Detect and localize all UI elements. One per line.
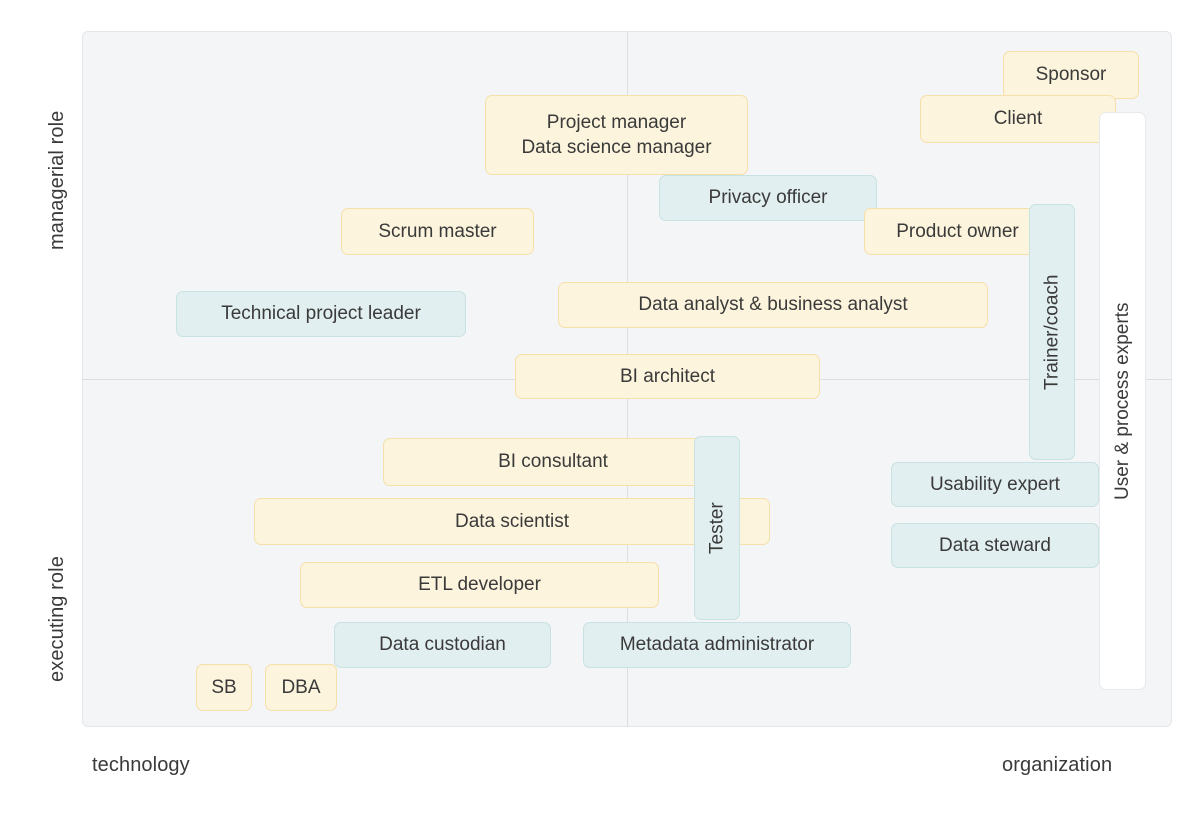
role-box-project-manager: Project manager Data science manager <box>485 95 748 175</box>
role-quadrant-chart: Sponsor Client Project manager Data scienc… <box>0 0 1200 815</box>
role-box-user-process: User & process experts <box>1099 112 1146 690</box>
role-box-technical-lead: Technical project leader <box>176 291 466 337</box>
role-box-scrum-master: Scrum master <box>341 208 534 255</box>
role-box-data-scientist: Data scientist <box>254 498 770 545</box>
role-box-dba: DBA <box>265 664 337 711</box>
x-axis-label-technology: technology <box>92 754 190 776</box>
y-axis-label-managerial-role: managerial role <box>46 110 68 250</box>
role-box-client: Client <box>920 95 1116 143</box>
role-box-sb: SB <box>196 664 252 711</box>
role-box-privacy-officer: Privacy officer <box>659 175 877 221</box>
role-box-usability-expert: Usability expert <box>891 462 1099 507</box>
role-box-metadata-admin: Metadata administrator <box>583 622 851 668</box>
role-box-data-steward: Data steward <box>891 523 1099 568</box>
role-box-bi-architect: BI architect <box>515 354 820 399</box>
role-box-trainer-coach: Trainer/coach <box>1029 204 1075 460</box>
y-axis-label-executing-role: executing role <box>46 556 68 682</box>
role-box-etl-developer: ETL developer <box>300 562 659 608</box>
role-box-sponsor: Sponsor <box>1003 51 1139 99</box>
x-axis-label-organization: organization <box>1002 754 1113 776</box>
role-box-tester: Tester <box>694 436 740 620</box>
role-box-product-owner: Product owner <box>864 208 1051 255</box>
role-box-bi-consultant: BI consultant <box>383 438 723 486</box>
role-box-data-custodian: Data custodian <box>334 622 551 668</box>
role-box-data-analyst: Data analyst & business analyst <box>558 282 988 328</box>
